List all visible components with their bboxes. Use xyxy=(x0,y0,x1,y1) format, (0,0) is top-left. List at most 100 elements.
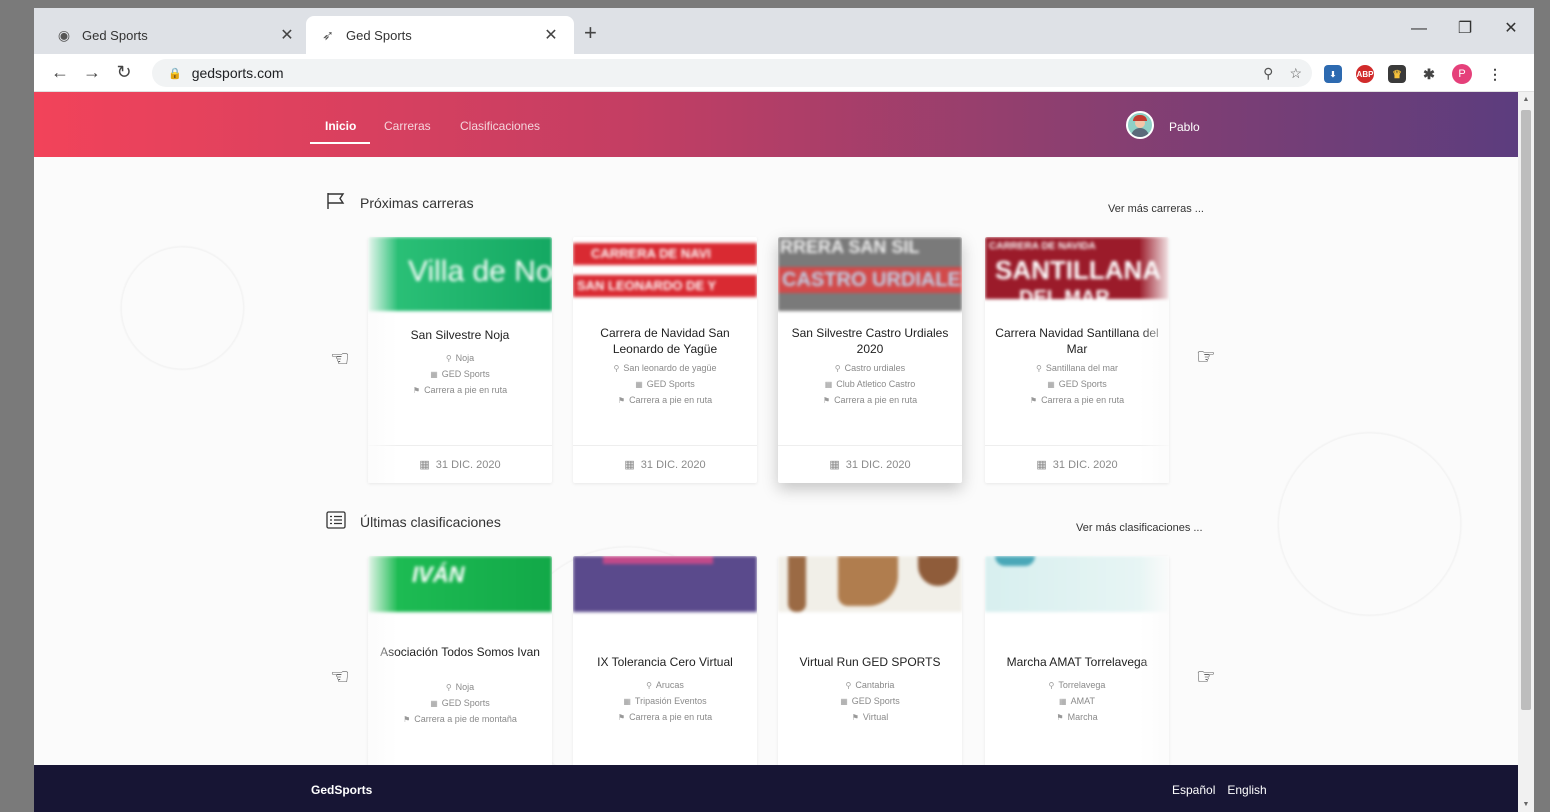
location-icon: ⚲ xyxy=(834,363,841,373)
calendar-icon: ▦ xyxy=(624,459,635,471)
carousel-fade xyxy=(1139,556,1169,765)
globe-icon: ◉ xyxy=(57,26,71,43)
calendar-icon: ▦ xyxy=(419,459,430,471)
browser-tab-1[interactable]: ◉ Ged Sports ✕ xyxy=(42,16,310,54)
puzzle-icon[interactable]: ✱ xyxy=(1420,65,1438,83)
race-organizer: Club Atletico Castro xyxy=(836,379,916,389)
nav-clasificaciones[interactable]: Clasificaciones xyxy=(460,119,540,133)
building-icon: ▦ xyxy=(840,696,848,706)
lock-icon: 🔒 xyxy=(168,67,182,80)
result-organizer: GED Sports xyxy=(441,698,490,708)
nav-carreras[interactable]: Carreras xyxy=(384,119,431,133)
building-icon: ▦ xyxy=(1047,379,1055,389)
prev-results-icon[interactable]: ☜ xyxy=(330,664,350,690)
user-avatar[interactable] xyxy=(1126,111,1154,139)
menu-icon[interactable]: ⋮ xyxy=(1486,65,1504,83)
result-card-title: Marcha AMAT Torrelavega xyxy=(1006,655,1148,669)
race-category: Carrera a pie en ruta xyxy=(424,385,508,395)
address-bar[interactable]: 🔒 gedsports.com ⚲ ☆ xyxy=(152,59,1312,87)
location-icon: ⚲ xyxy=(445,353,452,363)
reload-icon[interactable]: ↻ xyxy=(110,62,138,83)
more-races-link[interactable]: Ver más carreras ... xyxy=(1108,203,1204,215)
flag-icon xyxy=(326,192,346,213)
race-organizer: GED Sports xyxy=(646,379,695,389)
result-location: Arucas xyxy=(655,680,684,690)
crown-extension-icon[interactable]: ♛ xyxy=(1388,65,1406,83)
race-date: ▦ 31 DIC. 2020 xyxy=(573,445,757,483)
location-icon: ⚲ xyxy=(845,680,852,690)
building-icon: ▦ xyxy=(1059,696,1067,706)
flag-icon: ⚑ xyxy=(1056,712,1064,722)
result-card[interactable]: Virtual Run GED SPORTS ⚲ Cantabria ▦ GED S… xyxy=(778,556,962,776)
extensions-bar: ⬇ ABP ♛ ✱ P ⋮ xyxy=(1324,64,1504,84)
close-window-icon[interactable]: ✕ xyxy=(1488,14,1534,44)
location-icon: ⚲ xyxy=(445,682,452,692)
race-organizer: GED Sports xyxy=(441,369,490,379)
result-organizer: Tripasión Eventos xyxy=(634,696,707,706)
results-title: Últimas clasificaciones xyxy=(360,513,501,530)
adblock-icon[interactable]: ABP xyxy=(1356,65,1374,83)
star-icon[interactable]: ☆ xyxy=(1289,65,1302,82)
result-category: Virtual xyxy=(862,712,889,722)
result-organizer: AMAT xyxy=(1070,696,1095,706)
carousel-fade xyxy=(368,556,398,765)
tab-title: Ged Sports xyxy=(346,27,412,43)
browser-tab-2[interactable]: ➶ Ged Sports ✕ xyxy=(306,16,574,54)
result-card-title: Virtual Run GED SPORTS xyxy=(799,655,941,669)
building-icon: ▦ xyxy=(623,696,631,706)
race-card[interactable]: CARRERA DE NAVI SAN LEONARDO DE Y Carrer… xyxy=(573,237,757,483)
flag-icon: ⚑ xyxy=(403,714,411,724)
result-category: Carrera a pie en ruta xyxy=(629,712,713,722)
building-icon: ▦ xyxy=(635,379,643,389)
race-date: ▦ 31 DIC. 2020 xyxy=(778,445,962,483)
url-text: gedsports.com xyxy=(191,65,284,81)
next-results-icon[interactable]: ☞ xyxy=(1196,664,1216,690)
location-icon: ⚲ xyxy=(646,680,652,690)
race-location: Santillana del mar xyxy=(1045,363,1118,373)
scroll-down-icon[interactable]: ▼ xyxy=(1518,801,1534,808)
flag-icon: ⚑ xyxy=(617,712,626,722)
scrollbar-thumb[interactable] xyxy=(1521,110,1531,710)
race-card-image: CARRERA DE NAVI SAN LEONARDO DE Y xyxy=(573,237,757,311)
new-tab-button[interactable]: + xyxy=(584,20,597,46)
result-category: Carrera a pie de montaña xyxy=(414,714,517,724)
result-card-title: IX Tolerancia Cero Virtual xyxy=(597,655,733,669)
flag-icon: ⚑ xyxy=(851,712,859,722)
race-location: Castro urdiales xyxy=(844,363,906,373)
lang-espanol[interactable]: Español xyxy=(1172,783,1215,797)
close-icon[interactable]: ✕ xyxy=(278,25,296,45)
result-location: Torrelavega xyxy=(1058,680,1106,690)
carousel-fade xyxy=(368,237,398,483)
race-card-title: Carrera de Navidad San Leonardo de Yagüe xyxy=(600,326,730,356)
download-extension-icon[interactable]: ⬇ xyxy=(1324,65,1342,83)
footer-brand[interactable]: GedSports xyxy=(311,783,372,797)
race-category: Carrera a pie en ruta xyxy=(834,395,918,405)
scroll-up-icon[interactable]: ▲ xyxy=(1518,96,1534,103)
calendar-icon: ▦ xyxy=(829,459,840,471)
zoom-icon[interactable]: ⚲ xyxy=(1263,65,1273,82)
race-location: Noja xyxy=(455,353,475,363)
nav-inicio[interactable]: Inicio xyxy=(325,119,356,133)
race-card[interactable]: RRERA SAN SIL CASTRO URDIALE San Silvest… xyxy=(778,237,962,483)
flag-icon: ⚑ xyxy=(617,395,626,405)
more-results-link[interactable]: Ver más clasificaciones ... xyxy=(1076,522,1203,534)
location-icon: ⚲ xyxy=(613,363,620,373)
minimize-icon[interactable]: — xyxy=(1396,14,1442,44)
next-races-icon[interactable]: ☞ xyxy=(1196,344,1216,370)
lang-english[interactable]: English xyxy=(1227,783,1266,797)
close-icon[interactable]: ✕ xyxy=(542,25,560,45)
page-scrollbar[interactable]: ▲ ▼ xyxy=(1518,92,1534,812)
window-controls: — ❐ ✕ xyxy=(1396,14,1534,44)
race-card-image: RRERA SAN SIL CASTRO URDIALE xyxy=(778,237,962,311)
restore-icon[interactable]: ❐ xyxy=(1442,14,1488,44)
forward-icon[interactable]: → xyxy=(78,62,106,83)
user-name[interactable]: Pablo xyxy=(1169,120,1200,134)
result-category: Marcha xyxy=(1067,712,1098,722)
race-organizer: GED Sports xyxy=(1058,379,1107,389)
result-card-title: Asociación Todos Somos Ivan xyxy=(380,645,540,659)
result-card[interactable]: IX Tolerancia Cero Virtual ⚲ Arucas ▦ Trip… xyxy=(573,556,757,776)
back-icon[interactable]: ← xyxy=(46,62,74,83)
profile-avatar[interactable]: P xyxy=(1452,64,1472,84)
prev-races-icon[interactable]: ☜ xyxy=(330,346,350,372)
result-card-image xyxy=(778,556,962,612)
